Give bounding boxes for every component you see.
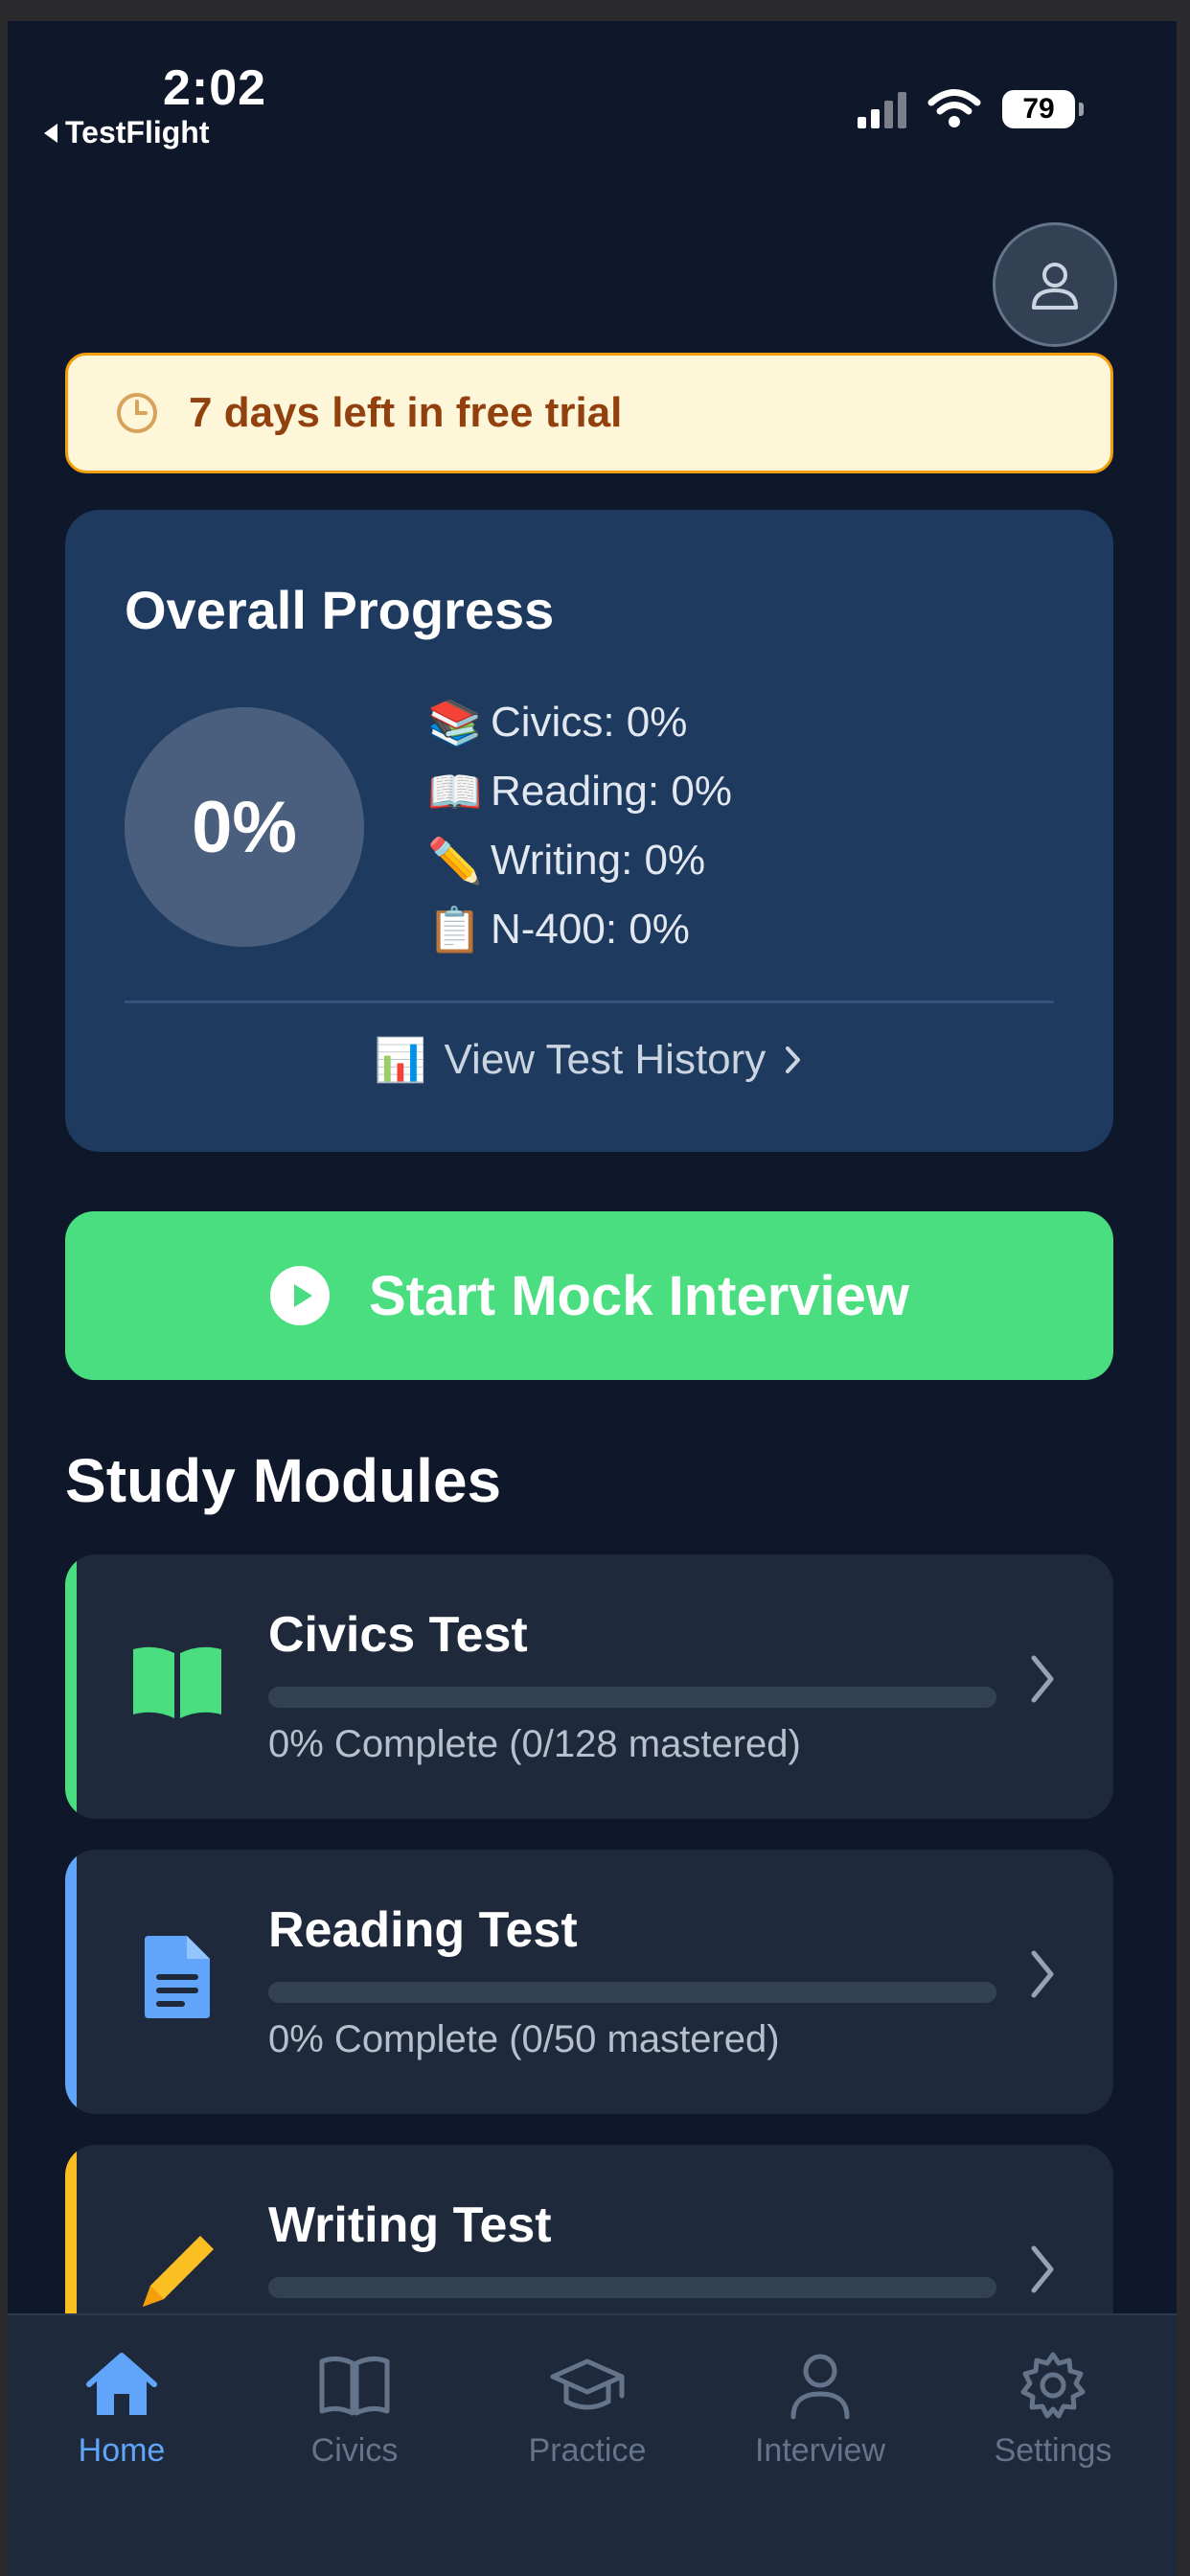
tab-label: Practice [528, 2432, 647, 2469]
tab-label: Interview [754, 2432, 886, 2469]
document-icon [125, 1924, 230, 2030]
window-frame-left [0, 0, 8, 2576]
stat-civics: 📚 Civics: 0% [427, 688, 732, 757]
chevron-right-icon [1031, 1655, 1054, 1703]
bar-chart-icon: 📊 [374, 1037, 427, 1084]
graduation-cap-icon [550, 2358, 625, 2410]
chevron-right-icon [786, 1046, 801, 1073]
clock-icon [117, 393, 157, 433]
status-indicators: 79 [858, 88, 1084, 128]
pencil-icon: ✏️ [427, 835, 483, 886]
overall-progress-ring: 0% [125, 707, 364, 947]
tab-home[interactable]: Home [26, 2350, 217, 2470]
gear-icon [1020, 2352, 1086, 2419]
stat-label: Civics: 0% [491, 699, 688, 746]
module-subtitle: 0% Complete (0/128 mastered) [268, 1723, 801, 1765]
progress-stats-list: 📚 Civics: 0% 📖 Reading: 0% ✏️ Writing: 0… [427, 688, 732, 964]
module-title: Writing Test [268, 2197, 552, 2253]
module-accent [65, 1554, 77, 1819]
tab-civics[interactable]: Civics [259, 2350, 450, 2470]
back-app-label: TestFlight [65, 115, 210, 150]
user-icon [1032, 263, 1078, 310]
book-open-icon [319, 2356, 390, 2416]
open-book-icon: 📖 [427, 766, 483, 816]
books-icon: 📚 [427, 697, 483, 748]
window-frame-top [0, 0, 1190, 21]
battery-indicator: 79 [1002, 90, 1084, 128]
module-reading-test[interactable]: Reading Test 0% Complete (0/50 mastered) [65, 1850, 1113, 2114]
overall-progress-value: 0% [192, 786, 297, 868]
home-icon [86, 2353, 157, 2415]
status-time: 2:02 [163, 60, 267, 116]
tab-label: Civics [310, 2432, 399, 2469]
tab-settings[interactable]: Settings [957, 2350, 1149, 2470]
trial-text: 7 days left in free trial [189, 389, 623, 436]
tab-practice[interactable]: Practice [492, 2350, 683, 2470]
module-progress-bar [268, 1982, 996, 2003]
chevron-right-icon [1031, 2245, 1054, 2293]
play-circle-icon [269, 1266, 330, 1325]
tab-label: Home [78, 2432, 166, 2469]
module-subtitle: 0% Complete (0/50 mastered) [268, 2018, 780, 2060]
stat-writing: ✏️ Writing: 0% [427, 826, 732, 895]
back-arrow-icon [44, 123, 57, 143]
back-to-testflight[interactable]: TestFlight [44, 115, 210, 150]
module-title: Civics Test [268, 1607, 528, 1663]
progress-title: Overall Progress [125, 580, 555, 640]
wifi-icon [927, 89, 981, 127]
stat-n400: 📋 N-400: 0% [427, 895, 732, 964]
start-mock-interview-label: Start Mock Interview [368, 1264, 910, 1327]
module-civics-test[interactable]: Civics Test 0% Complete (0/128 mastered) [65, 1554, 1113, 1819]
person-icon [790, 2354, 850, 2420]
free-trial-banner[interactable]: 7 days left in free trial [65, 353, 1113, 473]
card-divider [125, 1000, 1054, 1003]
stat-reading: 📖 Reading: 0% [427, 757, 732, 826]
stat-label: N-400: 0% [491, 906, 690, 953]
overall-progress-card: Overall Progress 0% 📚 Civics: 0% 📖 Readi… [65, 510, 1113, 1152]
book-icon [125, 1629, 230, 1735]
chevron-right-icon [1031, 1950, 1054, 1998]
bottom-tab-bar: Home Civics Practice Interview Settings [0, 2313, 1190, 2576]
window-frame-right [1177, 0, 1190, 2576]
profile-avatar-button[interactable] [993, 222, 1117, 347]
view-test-history-link[interactable]: 📊 View Test History [65, 1035, 1113, 1085]
start-mock-interview-button[interactable]: Start Mock Interview [65, 1211, 1113, 1380]
cellular-signal-icon [858, 90, 906, 128]
tab-label: Settings [994, 2432, 1112, 2469]
stat-label: Reading: 0% [491, 768, 732, 815]
module-progress-bar [268, 1687, 996, 1708]
app-screen: 2:02 TestFlight 79 7 days left in free t… [0, 0, 1190, 2576]
pencil-icon [125, 2220, 230, 2325]
module-title: Reading Test [268, 1902, 578, 1958]
clipboard-icon: 📋 [427, 904, 483, 954]
study-modules-title: Study Modules [65, 1446, 502, 1515]
tab-interview[interactable]: Interview [724, 2350, 916, 2470]
module-accent [65, 1850, 77, 2114]
module-progress-bar [268, 2277, 996, 2298]
view-test-history-label: View Test History [444, 1036, 767, 1083]
stat-label: Writing: 0% [491, 837, 706, 884]
